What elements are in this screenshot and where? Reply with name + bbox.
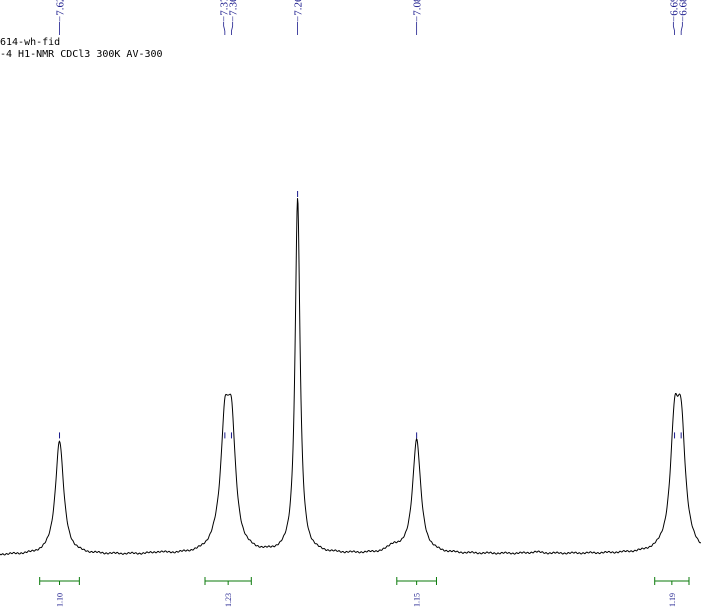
spectrum-trace	[0, 198, 701, 556]
integral-region: 1.19	[654, 577, 690, 607]
integral-region: 1.15	[396, 577, 437, 607]
peak-labels: −7.62 −7.37−7.36 −7.26 −7.08 −6.69−6.68	[55, 0, 689, 439]
peak-label-connector	[672, 22, 675, 35]
peak-label-connector	[223, 22, 226, 35]
integral-value: 1.19	[668, 593, 677, 607]
integral-region: 1.23	[204, 577, 252, 607]
peak-label: −7.62	[55, 0, 67, 22]
integral-region: 1.10	[39, 577, 80, 607]
peak-label: −7.36	[228, 0, 240, 22]
integral-value: 1.23	[224, 593, 233, 607]
peak-label: −6.68	[677, 0, 689, 22]
integrals: 1.10 1.23 1.15 1.19	[39, 577, 690, 607]
peak-label: −7.26	[293, 0, 305, 22]
peak-label-connector	[231, 22, 234, 35]
peak-label: −7.08	[412, 0, 424, 22]
peak-label-connector	[680, 22, 683, 35]
integral-value: 1.10	[56, 593, 65, 607]
integral-value: 1.15	[413, 593, 422, 607]
nmr-spectrum-chart: −7.62 −7.37−7.36 −7.26 −7.08 −6.69−6.68 1.10…	[0, 0, 701, 607]
